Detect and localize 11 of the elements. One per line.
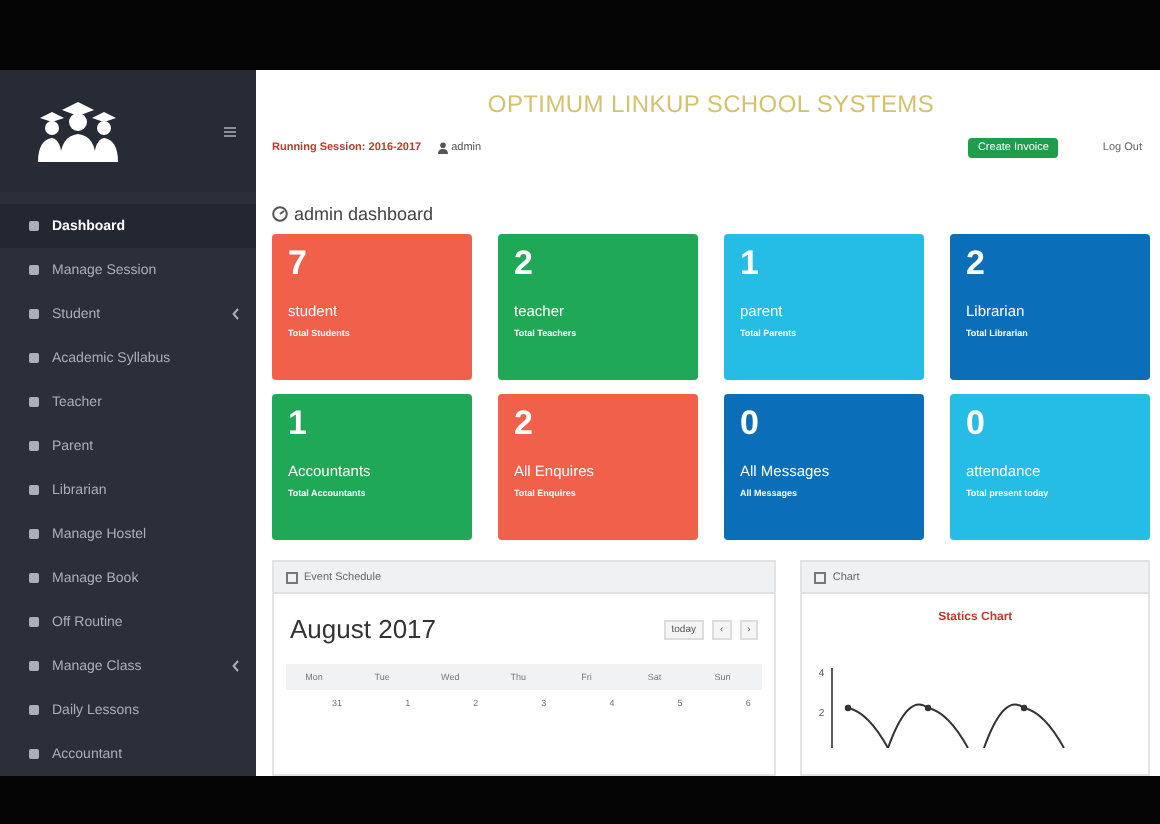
- stat-count: 2: [966, 244, 987, 284]
- stat-count: 0: [740, 404, 761, 444]
- stat-count: 2: [514, 404, 535, 444]
- app-title: OPTIMUM LINKUP SCHOOL SYSTEMS: [485, 88, 937, 122]
- calendar-month: August 2017: [290, 614, 439, 644]
- stat-count: 2: [514, 244, 535, 284]
- page-title: admin dashboard: [294, 204, 434, 224]
- stat-count: 7: [288, 244, 309, 284]
- stat-count: 1: [288, 404, 309, 444]
- stat-count: 1: [740, 244, 761, 284]
- stat-count: 0: [966, 404, 987, 444]
